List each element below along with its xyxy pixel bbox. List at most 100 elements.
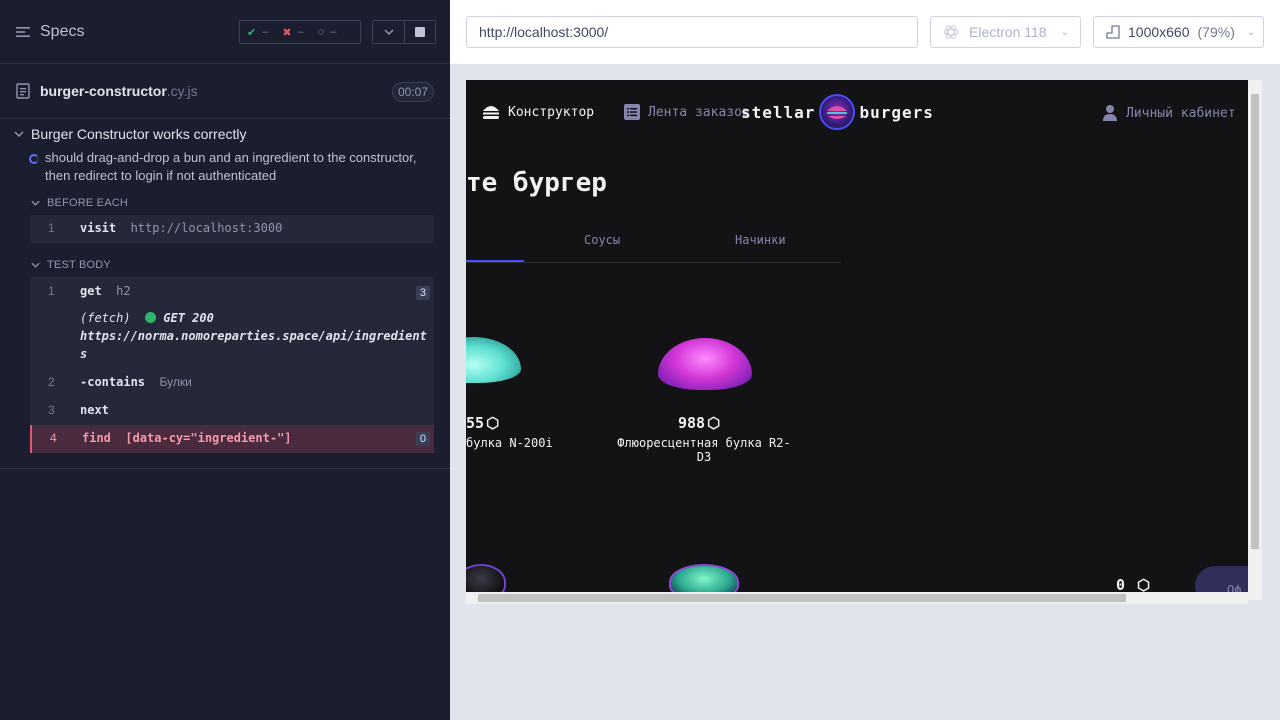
electron-icon	[943, 25, 959, 39]
suite-title[interactable]: Burger Constructor works correctly	[0, 119, 450, 149]
passed-stat: ✔ –	[240, 26, 275, 39]
logo-emblem-icon	[819, 94, 856, 130]
specs-title[interactable]: Specs	[40, 23, 84, 41]
list-icon	[624, 104, 640, 120]
nav-feed[interactable]: Лента заказов	[624, 104, 750, 120]
divider	[0, 468, 450, 469]
command-row[interactable]: 1 get h2 3	[30, 277, 434, 305]
tab-sauces[interactable]: Соусы	[584, 233, 620, 247]
suite-title-text: Burger Constructor works correctly	[31, 126, 247, 142]
command-number: 2	[48, 375, 55, 389]
browser-name: Electron 118	[969, 24, 1047, 40]
url-field[interactable]: http://localhost:3000/	[466, 16, 918, 48]
ingredient-price: 55 ⬡	[466, 414, 499, 432]
bun-image[interactable]	[466, 337, 521, 383]
iframe-vertical-scrollbar[interactable]	[1248, 80, 1262, 600]
ingredient-tabs: Соусы Начинки	[466, 225, 841, 263]
menu-icon[interactable]	[16, 26, 32, 38]
logo-text-left: stellar	[741, 102, 816, 122]
ingredient-name: булка N-200i	[466, 436, 553, 450]
bun-image[interactable]	[658, 338, 752, 390]
fetch-url-line-2: s	[80, 347, 88, 361]
iframe-horizontal-scrollbar[interactable]	[466, 592, 1248, 604]
cross-icon: ✖	[282, 26, 292, 39]
status-dot-icon	[145, 312, 157, 323]
command-method: next	[80, 403, 109, 417]
reporter-panel: Specs ✔ – ✖ – ◌ – burger-constructor .cy…	[0, 0, 450, 720]
chevron-down-icon	[31, 262, 40, 268]
command-number: 1	[48, 284, 55, 298]
chevron-down-icon	[31, 200, 40, 206]
command-row[interactable]: 2 -contains Булки	[30, 369, 434, 397]
before-each-hook[interactable]: BEFORE EACH	[0, 191, 450, 215]
failed-stat: ✖ –	[275, 26, 310, 39]
pending-stat: ◌ –	[311, 26, 344, 38]
command-method: (fetch)	[80, 311, 131, 325]
test-title-line-1: should drag-and-drop a bun and an ingred…	[45, 150, 417, 165]
spec-name: burger-constructor	[40, 83, 167, 99]
stop-button[interactable]	[404, 21, 435, 43]
app-under-test-panel: http://localhost:3000/ Electron 118 ⌄ 10…	[450, 0, 1280, 720]
chevron-down-icon	[14, 131, 24, 137]
chevron-down-icon	[383, 29, 394, 35]
viewport-scale: (79%)	[1197, 24, 1235, 40]
command-number: 4	[50, 431, 57, 445]
command-arg: [data-cy="ingredient-"]	[125, 431, 292, 445]
app-header: Конструктор Лента заказов stellar burger…	[466, 80, 1248, 144]
scrollbar-thumb[interactable]	[1251, 94, 1259, 549]
tab-fillings[interactable]: Начинки	[735, 233, 786, 247]
viewport-selector[interactable]: 1000x660 (79%) ⌄	[1093, 16, 1264, 48]
document-icon	[16, 83, 30, 99]
failed-command-row[interactable]: 4 find [data-cy="ingredient-"] 0	[30, 425, 434, 453]
nav-constructor-label: Конструктор	[508, 104, 595, 120]
ingredient-price: 988 ⬡	[678, 414, 720, 432]
command-arg: http://localhost:3000	[130, 221, 283, 235]
command-method: visit	[80, 221, 117, 235]
browser-selector[interactable]: Electron 118 ⌄	[930, 16, 1081, 48]
running-spinner-icon	[29, 154, 39, 164]
ingredient-name-line-1: Флюоресцентная булка R2-	[617, 436, 791, 450]
tab-buns-active-indicator	[466, 260, 524, 262]
scrollbar-thumb[interactable]	[478, 594, 1126, 602]
command-method: -contains	[80, 375, 146, 389]
test-body-hook[interactable]: TEST BODY	[0, 253, 450, 277]
nav-feed-label: Лента заказов	[648, 104, 750, 120]
test-title[interactable]: should drag-and-drop a bun and an ingred…	[0, 149, 450, 185]
passed-count: –	[262, 26, 269, 38]
nav-profile-label: Личный кабинет	[1126, 105, 1236, 121]
currency-icon: ⬡	[486, 414, 500, 432]
price-value: 55	[466, 414, 485, 432]
stop-icon	[415, 27, 425, 37]
viewport-size: 1000x660	[1128, 24, 1190, 40]
spec-duration: 00:07	[391, 82, 434, 102]
user-icon	[1103, 105, 1117, 121]
chevron-down-icon: ⌄	[1060, 26, 1069, 38]
collapse-button[interactable]	[373, 21, 404, 43]
price-value: 988	[678, 414, 706, 432]
app-iframe[interactable]: Конструктор Лента заказов stellar burger…	[466, 80, 1248, 600]
command-number: 1	[48, 221, 55, 235]
spec-extension: .cy.js	[166, 83, 198, 99]
fetch-status: GET 200	[163, 311, 214, 325]
run-controls	[372, 20, 436, 44]
ingredient-name-line-2: D3	[696, 450, 712, 464]
page-heading: те бургер	[466, 168, 607, 198]
fetch-command-row[interactable]: (fetch) GET 200 https://norma.nomorepart…	[30, 305, 434, 369]
burger-icon	[483, 106, 499, 119]
command-number: 3	[48, 403, 55, 417]
test-title-line-2: then redirect to login if not authentica…	[45, 168, 277, 183]
command-row[interactable]: 1 visit http://localhost:3000	[30, 215, 434, 243]
fetch-url: https://norma.nomoreparties.space/api/in…	[80, 329, 427, 343]
command-row[interactable]: 3 next	[30, 397, 434, 425]
reporter-header: Specs ✔ – ✖ – ◌ –	[0, 0, 450, 64]
stellar-burgers-logo[interactable]: stellar burgers	[741, 94, 934, 130]
command-arg: h2	[116, 284, 131, 298]
test-body-label: TEST BODY	[47, 259, 111, 271]
before-each-label: BEFORE EACH	[47, 197, 129, 209]
test-stats: ✔ – ✖ – ◌ –	[239, 20, 361, 44]
nav-constructor[interactable]: Конструктор	[482, 104, 594, 120]
currency-icon: ⬡	[707, 414, 721, 432]
spec-file-row: burger-constructor .cy.js 00:07	[0, 64, 450, 119]
nav-profile[interactable]: Личный кабинет	[1102, 104, 1236, 122]
suite: Burger Constructor works correctly shoul…	[0, 119, 450, 453]
